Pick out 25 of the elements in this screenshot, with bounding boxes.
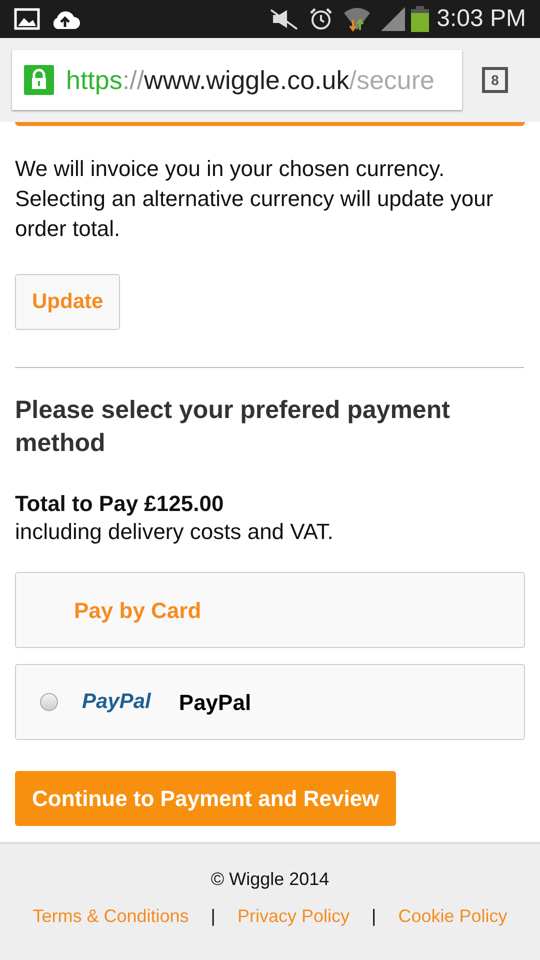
wifi-icon <box>342 6 371 32</box>
payment-heading: Please select your prefered payment method <box>15 395 451 459</box>
update-button[interactable]: Update <box>15 274 120 330</box>
currency-note: We will invoice you in your chosen currency. Selecting an alternative currency will update your order total. <box>15 155 494 243</box>
footer-link[interactable]: Terms & Conditions <box>32 903 189 930</box>
paypal-logo: PayPal <box>82 689 151 716</box>
signal-icon <box>380 7 405 31</box>
continue-button[interactable]: Continue to Payment and Review <box>15 771 396 826</box>
status-time: 3:03 PM <box>436 4 526 34</box>
pay-by-card-option[interactable]: Pay by Card <box>15 572 525 648</box>
link-separator: | <box>372 905 376 928</box>
tab-count-button[interactable]: 8 <box>482 67 508 93</box>
battery-icon <box>410 6 429 32</box>
radio-button[interactable] <box>40 693 58 711</box>
link-separator: | <box>210 905 216 928</box>
footer-link[interactable]: Cookie Policy <box>398 903 508 930</box>
footer-link[interactable]: Privacy Policy <box>237 903 350 930</box>
url-text: https://www.wiggle.co.uk/secure <box>66 64 435 96</box>
payment-option-label: PayPal <box>178 688 252 717</box>
total-to-pay: Total to Pay £125.00 <box>15 490 225 518</box>
alarm-icon <box>308 7 333 31</box>
total-note: including delivery costs and VAT. <box>15 518 334 546</box>
url-field[interactable]: https://www.wiggle.co.uk/secure <box>12 50 462 110</box>
image-icon <box>14 8 40 30</box>
copyright-text: © Wiggle 2014 <box>210 868 330 891</box>
